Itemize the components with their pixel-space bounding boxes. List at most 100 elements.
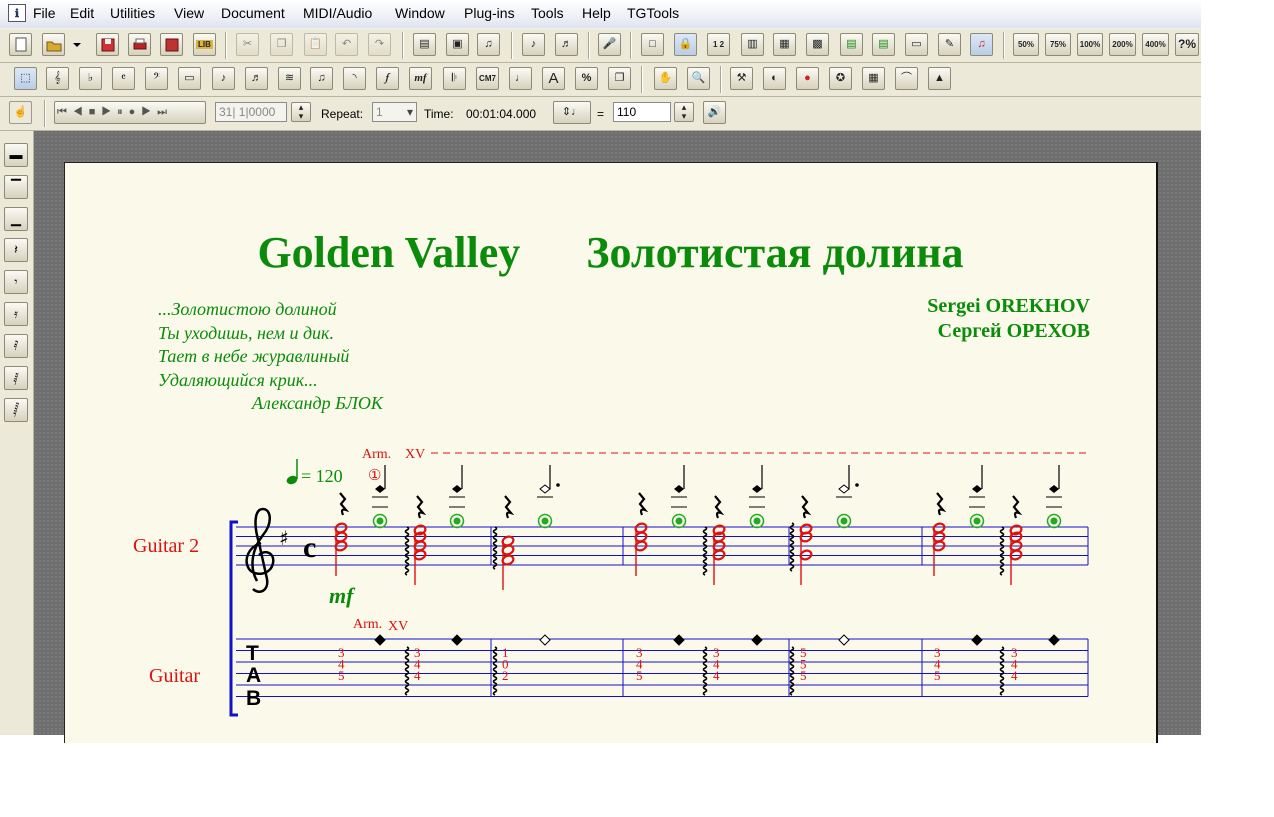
redo-icon[interactable]: ↷	[368, 33, 391, 56]
expression-tool-button[interactable]: mf	[409, 67, 432, 90]
hand-grabber-icon[interactable]: ✋	[654, 67, 677, 90]
systems-green-icon[interactable]: ▤	[840, 33, 863, 56]
smart-shape-icon[interactable]: ◝	[343, 67, 366, 90]
tab-clef-a[interactable]: A	[246, 664, 261, 687]
ossia-tool-icon[interactable]: ⌒	[895, 67, 918, 90]
tuplet-icon[interactable]: ♫	[310, 67, 333, 90]
chord-tool-button[interactable]: CM7	[476, 67, 499, 90]
arm-tab-label[interactable]: Arm.	[353, 617, 382, 632]
menu-view[interactable]: View	[174, 5, 204, 21]
mirror-tool-icon[interactable]: ◐	[763, 67, 786, 90]
menu-file[interactable]: File	[33, 5, 56, 21]
string-number[interactable]: ①	[368, 467, 381, 484]
resize-tool-button[interactable]: %	[575, 67, 598, 90]
special-tools-icon[interactable]: ✪	[829, 67, 852, 90]
selection-tool-icon[interactable]: ⬚	[14, 67, 37, 90]
menu-document[interactable]: Document	[221, 5, 285, 21]
menu-plug-ins[interactable]: Plug-ins	[464, 5, 515, 21]
paste-icon[interactable]: 📋	[304, 33, 327, 56]
save-icon[interactable]	[96, 33, 119, 56]
lyrics-tool-icon[interactable]: ♩	[509, 67, 532, 90]
position-field[interactable]: 31| 1|0000	[215, 102, 287, 122]
sixteenth-rest-icon[interactable]: 𝄿	[4, 302, 28, 326]
time-signature-icon[interactable]: 𝄴	[112, 67, 135, 90]
zoom-200-button[interactable]: 200%	[1109, 33, 1136, 56]
dynamic-marking[interactable]: mf	[329, 583, 356, 608]
tab-number[interactable]: 2	[502, 668, 509, 683]
metronome-icon[interactable]: ▲	[928, 67, 951, 90]
play-note-icon[interactable]: ♪	[522, 33, 545, 56]
treble-clef[interactable]	[245, 507, 275, 593]
transport-buttons-icon[interactable]: ⏮◀■▶⏸●▶⏭	[57, 106, 173, 119]
tab-number[interactable]: 5	[338, 668, 345, 683]
text-tool-button[interactable]: A	[542, 67, 565, 90]
tab-number[interactable]: 5	[800, 668, 807, 683]
zoom-50-button[interactable]: 50%	[1013, 33, 1039, 56]
lock-icon[interactable]: 🔒	[674, 33, 697, 56]
key-signature-sharp[interactable]: ♯	[279, 526, 289, 550]
articulation-icon[interactable]: 𝆑	[376, 67, 399, 90]
page-grid-icon[interactable]: ▩	[806, 33, 829, 56]
library-icon[interactable]: LIB	[193, 33, 216, 56]
tempo-marking[interactable]: = 120	[285, 459, 343, 486]
tab-number[interactable]: 5	[636, 668, 643, 683]
app-icon[interactable]: ℹ	[8, 4, 26, 22]
cut-icon[interactable]: ✂	[236, 33, 259, 56]
menu-tools[interactable]: Tools	[531, 5, 564, 21]
zoom-100-button[interactable]: 100%	[1077, 33, 1103, 56]
repeat-select[interactable]: 1 ▾	[372, 102, 417, 122]
graphics-tool-icon[interactable]: ●	[796, 67, 819, 90]
microphone-icon[interactable]: 🎤	[598, 33, 621, 56]
chevron-down-icon[interactable]	[66, 33, 88, 56]
text-page-icon[interactable]: ▭	[905, 33, 928, 56]
staff-styles-icon[interactable]: ▦	[862, 67, 885, 90]
tab-number[interactable]: 4	[713, 668, 720, 683]
quarter-rest-icon[interactable]: 𝄽	[4, 238, 28, 262]
undo-icon[interactable]: ↶	[335, 33, 358, 56]
arm-label[interactable]: Arm.	[362, 447, 391, 462]
common-time[interactable]: c	[303, 531, 316, 564]
staff-name-guitar[interactable]: Guitar	[149, 665, 200, 687]
sixty-fourth-rest-icon[interactable]: 𝅁	[4, 366, 28, 390]
menu-help[interactable]: Help	[582, 5, 611, 21]
speedy-entry-icon[interactable]: ♬	[245, 67, 268, 90]
zoom-400-button[interactable]: 400%	[1142, 33, 1169, 56]
tempo-note-icon[interactable]: ⇕♩	[553, 101, 591, 124]
hundred-twenty-eighth-rest-icon[interactable]: 𝅂	[4, 398, 28, 422]
page-layout-icon[interactable]: ❐	[608, 67, 631, 90]
speaker-icon[interactable]: 🔊	[703, 101, 726, 124]
measure-icon[interactable]: ▥	[741, 33, 764, 56]
menu-edit[interactable]: Edit	[70, 5, 94, 21]
staff-name-guitar-2[interactable]: Guitar 2	[133, 535, 199, 557]
menu-tgtools[interactable]: TGTools	[627, 5, 679, 21]
tab-number[interactable]: 5	[934, 668, 941, 683]
edit-page-icon[interactable]: ✎	[938, 33, 961, 56]
whole-rest-icon[interactable]: ▔	[4, 175, 28, 199]
menu-window[interactable]: Window	[395, 5, 445, 21]
systems-red-icon[interactable]: ▤	[872, 33, 895, 56]
double-whole-rest-icon[interactable]: ▬	[4, 143, 28, 167]
open-folder-icon[interactable]	[42, 33, 65, 56]
arm-tab-fret[interactable]: XV	[388, 619, 408, 634]
beam-icon[interactable]: ♬	[555, 33, 578, 56]
new-document-icon[interactable]	[9, 33, 32, 56]
zoom-75-button[interactable]: 75%	[1045, 33, 1071, 56]
score-view-icon[interactable]: ▤	[413, 33, 436, 56]
print-icon[interactable]	[128, 33, 151, 56]
measure-numbers-icon[interactable]: 1 2	[707, 33, 730, 56]
score-page[interactable]: Golden Valley Золотистая долина ...Золот…	[64, 162, 1158, 743]
eighth-rest-icon[interactable]: 𝄾	[4, 270, 28, 294]
arm-fret[interactable]: XV	[405, 447, 425, 462]
playback-view-icon[interactable]: ♫	[970, 33, 993, 56]
layers-icon[interactable]: ≋	[278, 67, 301, 90]
key-signature-icon[interactable]: ♭	[79, 67, 102, 90]
tempo-field[interactable]: 110	[613, 102, 671, 122]
tab-clef-b[interactable]: B	[246, 687, 261, 710]
hammer-icon[interactable]: ⚒	[730, 67, 753, 90]
staff-tool-icon[interactable]: 𝄞	[46, 67, 69, 90]
book-icon[interactable]	[160, 33, 183, 56]
half-rest-icon[interactable]: ▁	[4, 207, 28, 231]
tab-number[interactable]: 4	[1011, 668, 1018, 683]
measure-tool-icon[interactable]: ▭	[178, 67, 201, 90]
thirty-second-rest-icon[interactable]: 𝅀	[4, 334, 28, 358]
